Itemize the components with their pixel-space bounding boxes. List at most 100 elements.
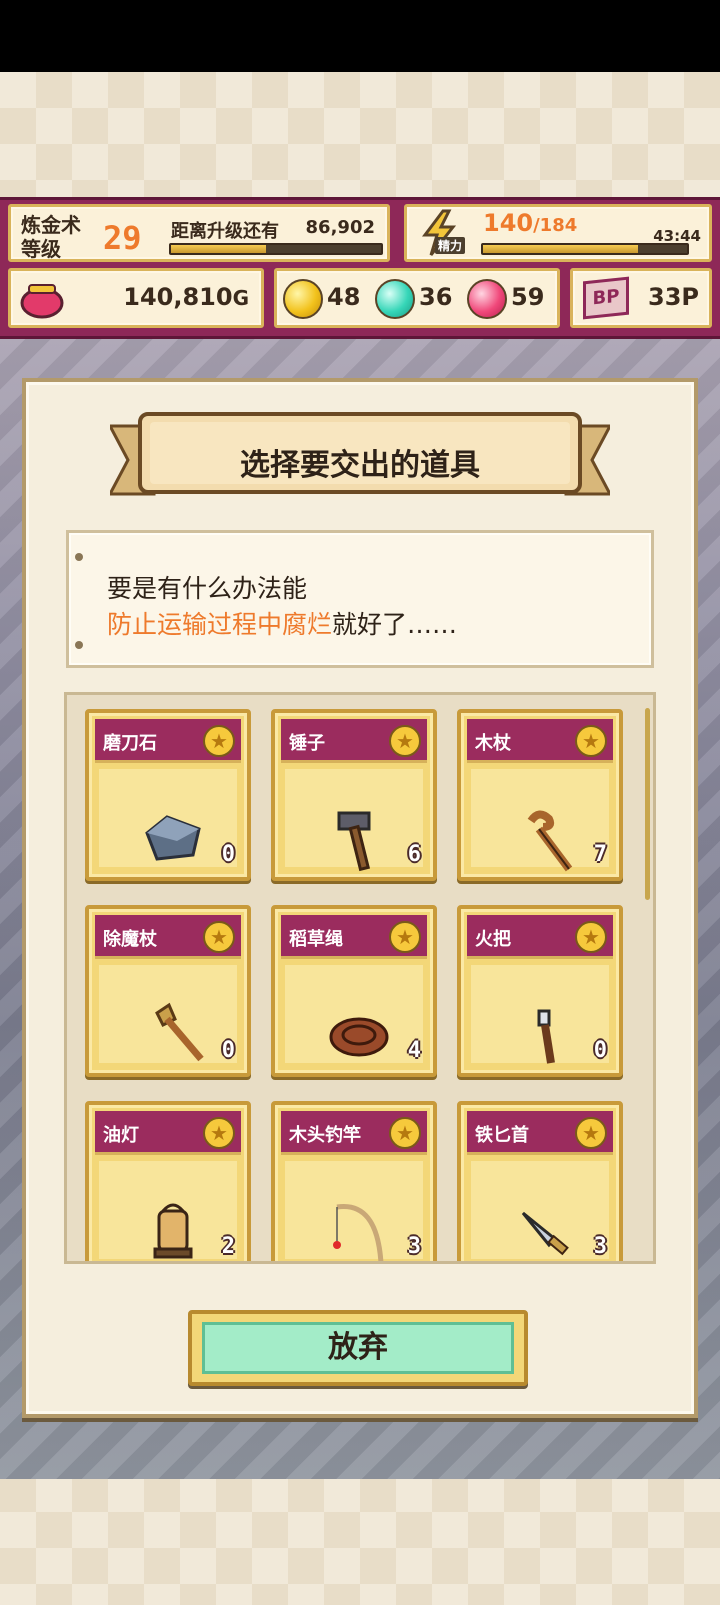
item-card-header: 除魔杖 ★ [95,915,241,959]
yellow-orb-icon [283,279,323,319]
next-level-value: 86,902 [305,217,375,238]
star-icon: ★ [389,921,421,953]
item-count: 0 [221,842,235,867]
bp-box: BP 33P [570,268,712,328]
item-name: 锤子 [289,733,325,754]
gold-value: 140,810 [123,283,233,311]
item-card[interactable]: 稻草绳 ★ 4 [271,905,437,1077]
item-grid-scrollbar[interactable] [645,708,650,900]
item-name: 磨刀石 [103,733,157,754]
energy-max: /184 [533,215,578,236]
gold-box: 140,810G [8,268,264,328]
item-card-body [471,769,609,872]
item-card-body [99,965,237,1063]
gold-unit: G [232,286,249,310]
star-icon: ★ [203,1117,235,1149]
star-icon: ★ [203,921,235,953]
bp-value: 33P [648,283,699,311]
item-card-body [471,1161,609,1259]
item-card-body [285,965,423,1063]
purse-icon [20,284,64,319]
energy-progress-fill [483,245,639,253]
item-card-header: 木杖 ★ [467,719,613,763]
item-card[interactable]: 木头钓竿 ★ 3 [271,1101,437,1261]
fishing-rod-icon [333,1203,384,1261]
message-line-2: 防止运输过程中腐烂就好了…… [107,605,457,641]
item-card-header: 锤子 ★ [281,719,427,763]
item-card-header: 木头钓竿 ★ [281,1111,427,1155]
oil-lamp-icon [153,1203,193,1259]
item-count: 0 [593,1038,607,1063]
energy-box: 精力 140/184 43:44 [404,204,712,262]
item-card-header: 油灯 ★ [95,1111,241,1155]
dialog-title: 选择要交出的道具 [240,448,480,483]
exorcism-staff-icon [155,1002,204,1062]
item-count: 7 [593,842,607,867]
pink-orb-count: 59 [511,283,545,311]
wooden-staff-icon [527,810,573,872]
item-card[interactable]: 铁匕首 ★ 3 [457,1101,623,1261]
item-count: 2 [221,1234,235,1259]
gold-amount: 140,810G [123,283,249,311]
iron-dagger-icon [521,1211,569,1256]
item-card-header: 火把 ★ [467,915,613,959]
energy-progress-bar [481,243,689,255]
star-icon: ★ [575,921,607,953]
item-count: 3 [593,1234,607,1259]
item-count: 0 [221,1038,235,1063]
pin-icon [75,553,83,561]
item-card-header: 铁匕首 ★ [467,1111,613,1155]
item-card-header: 稻草绳 ★ [281,915,427,959]
whetstone-icon [145,815,201,861]
message-rest: 就好了…… [332,610,458,639]
item-card[interactable]: 火把 ★ 0 [457,905,623,1077]
pink-orb-icon [467,279,507,319]
message-line-1: 要是有什么办法能 [107,574,308,603]
level-progress-fill [171,245,266,253]
item-card[interactable]: 油灯 ★ 2 [85,1101,251,1261]
alchemy-level-box: 炼金术 等级 29 距离升级还有 86,902 [8,204,390,262]
item-card-body [285,1161,423,1261]
hammer-icon [337,811,371,872]
system-status-bar [0,0,720,72]
alchemy-level-value: 29 [103,219,142,257]
item-count: 3 [407,1234,421,1259]
player-hud: 炼金术 等级 29 距离升级还有 86,902 精力 140/184 43:44… [0,197,720,339]
pin-icon [75,641,83,649]
item-card-body [99,1161,237,1259]
item-name: 除魔杖 [103,929,157,950]
item-card-body [99,769,237,867]
item-name: 木杖 [475,733,511,754]
item-name: 铁匕首 [475,1125,529,1146]
energy-value: 140/184 [483,209,577,237]
item-count: 4 [407,1038,421,1063]
star-icon: ★ [203,725,235,757]
alchemy-level-label: 炼金术 等级 [21,213,81,261]
item-card[interactable]: 木杖 ★ 7 [457,709,623,881]
orbs-box: 48 36 59 [274,268,560,328]
energy-label: 精力 [435,237,466,254]
item-name: 火把 [475,929,511,950]
star-icon: ★ [575,725,607,757]
giveup-button-frame: 放弃 [188,1310,528,1386]
giveup-button[interactable]: 放弃 [202,1322,514,1374]
item-card-header: 磨刀石 ★ [95,719,241,763]
next-level-label: 距离升级还有 [171,221,279,242]
item-card[interactable]: 除魔杖 ★ 0 [85,905,251,1077]
item-grid[interactable]: 磨刀石 ★ 0 锤子 ★ 6 木杖 ★ 7 除魔杖 ★ 0 稻草绳 ★ 4 火把 ★ 0 油灯 ★ 2 木头钓竿 ★ 3 铁匕首… [64,692,656,1264]
item-card-body [471,965,609,1064]
level-progress-bar [169,243,383,255]
item-card[interactable]: 磨刀石 ★ 0 [85,709,251,881]
teal-orb-icon [375,279,415,319]
item-count: 6 [407,842,421,867]
item-name: 油灯 [103,1125,139,1146]
torch-icon [537,1009,555,1064]
yellow-orb-count: 48 [327,283,361,311]
item-name: 木头钓竿 [289,1125,361,1146]
bp-icon: BP [583,276,629,320]
item-card[interactable]: 锤子 ★ 6 [271,709,437,881]
item-card-body [285,769,423,872]
teal-orb-count: 36 [419,283,453,311]
request-message-box: 要是有什么办法能 防止运输过程中腐烂就好了…… [66,530,654,668]
item-name: 稻草绳 [289,929,343,950]
